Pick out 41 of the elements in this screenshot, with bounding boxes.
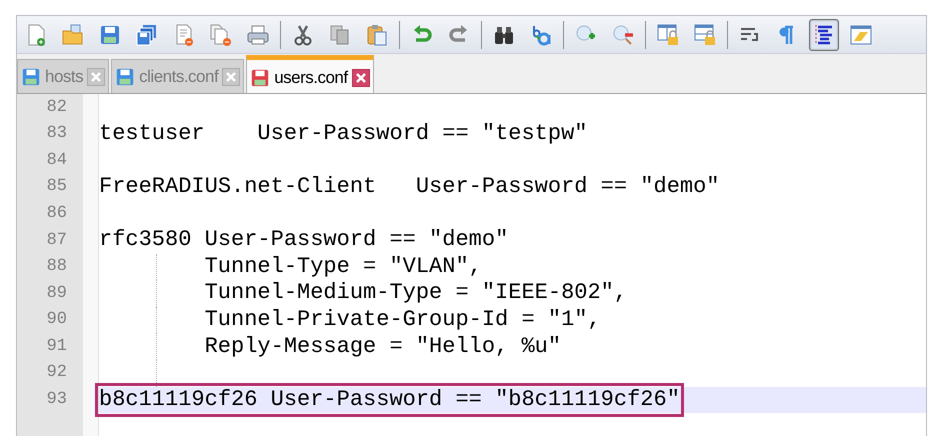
code-line: Tunnel-Type = "VLAN", — [204, 254, 482, 280]
close-tab-icon[interactable] — [352, 68, 370, 86]
file-tab[interactable]: hosts — [17, 59, 110, 93]
printer-icon — [247, 24, 269, 46]
save-all-icon — [136, 24, 158, 46]
replace-icon — [530, 24, 552, 46]
line-number: 82 — [46, 96, 67, 119]
file-tab[interactable]: clients.conf — [111, 59, 244, 93]
line-number: 85 — [46, 176, 67, 198]
line-number: 89 — [46, 282, 67, 305]
panel-icon — [850, 24, 872, 46]
scissors-icon — [292, 24, 314, 46]
lock-window-icon — [694, 24, 716, 46]
open-folder-icon — [62, 24, 84, 46]
line-number: 84 — [46, 150, 67, 172]
line-number: 87 — [46, 230, 67, 252]
line-number: 93 — [46, 389, 67, 412]
copy-icon — [329, 24, 351, 46]
code-line: Tunnel-Private-Group-Id = "1", — [204, 307, 601, 334]
code-line: rfc3580 User-Password == "demo" — [99, 227, 508, 254]
save-state-icon — [250, 68, 270, 88]
zoom-out-icon — [612, 24, 634, 46]
line-number: 86 — [46, 202, 67, 225]
line-number: 90 — [46, 309, 67, 332]
save-state-icon — [115, 66, 136, 86]
indent-guide-icon — [813, 24, 835, 46]
indent-guide-button[interactable] — [809, 18, 839, 50]
line-number: 83 — [46, 123, 67, 146]
code-line: Tunnel-Medium-Type = "IEEE-802", — [204, 280, 628, 306]
lock-window-icon — [657, 24, 679, 46]
paste-icon — [366, 24, 388, 46]
close-all-icon — [210, 24, 232, 46]
line-number: 91 — [46, 336, 67, 358]
line-number: 88 — [46, 256, 67, 278]
code-line: Reply-Message = "Hello, %u" — [204, 334, 562, 360]
file-tab[interactable]: users.conf — [246, 55, 374, 93]
save-state-icon — [21, 66, 41, 86]
code-line: testuser User-Password == "testpw" — [99, 120, 588, 147]
save-icon — [99, 24, 121, 46]
line-number: 92 — [46, 362, 67, 384]
code-line: FreeRADIUS.net-Client User-Password == "demo" — [99, 174, 720, 200]
